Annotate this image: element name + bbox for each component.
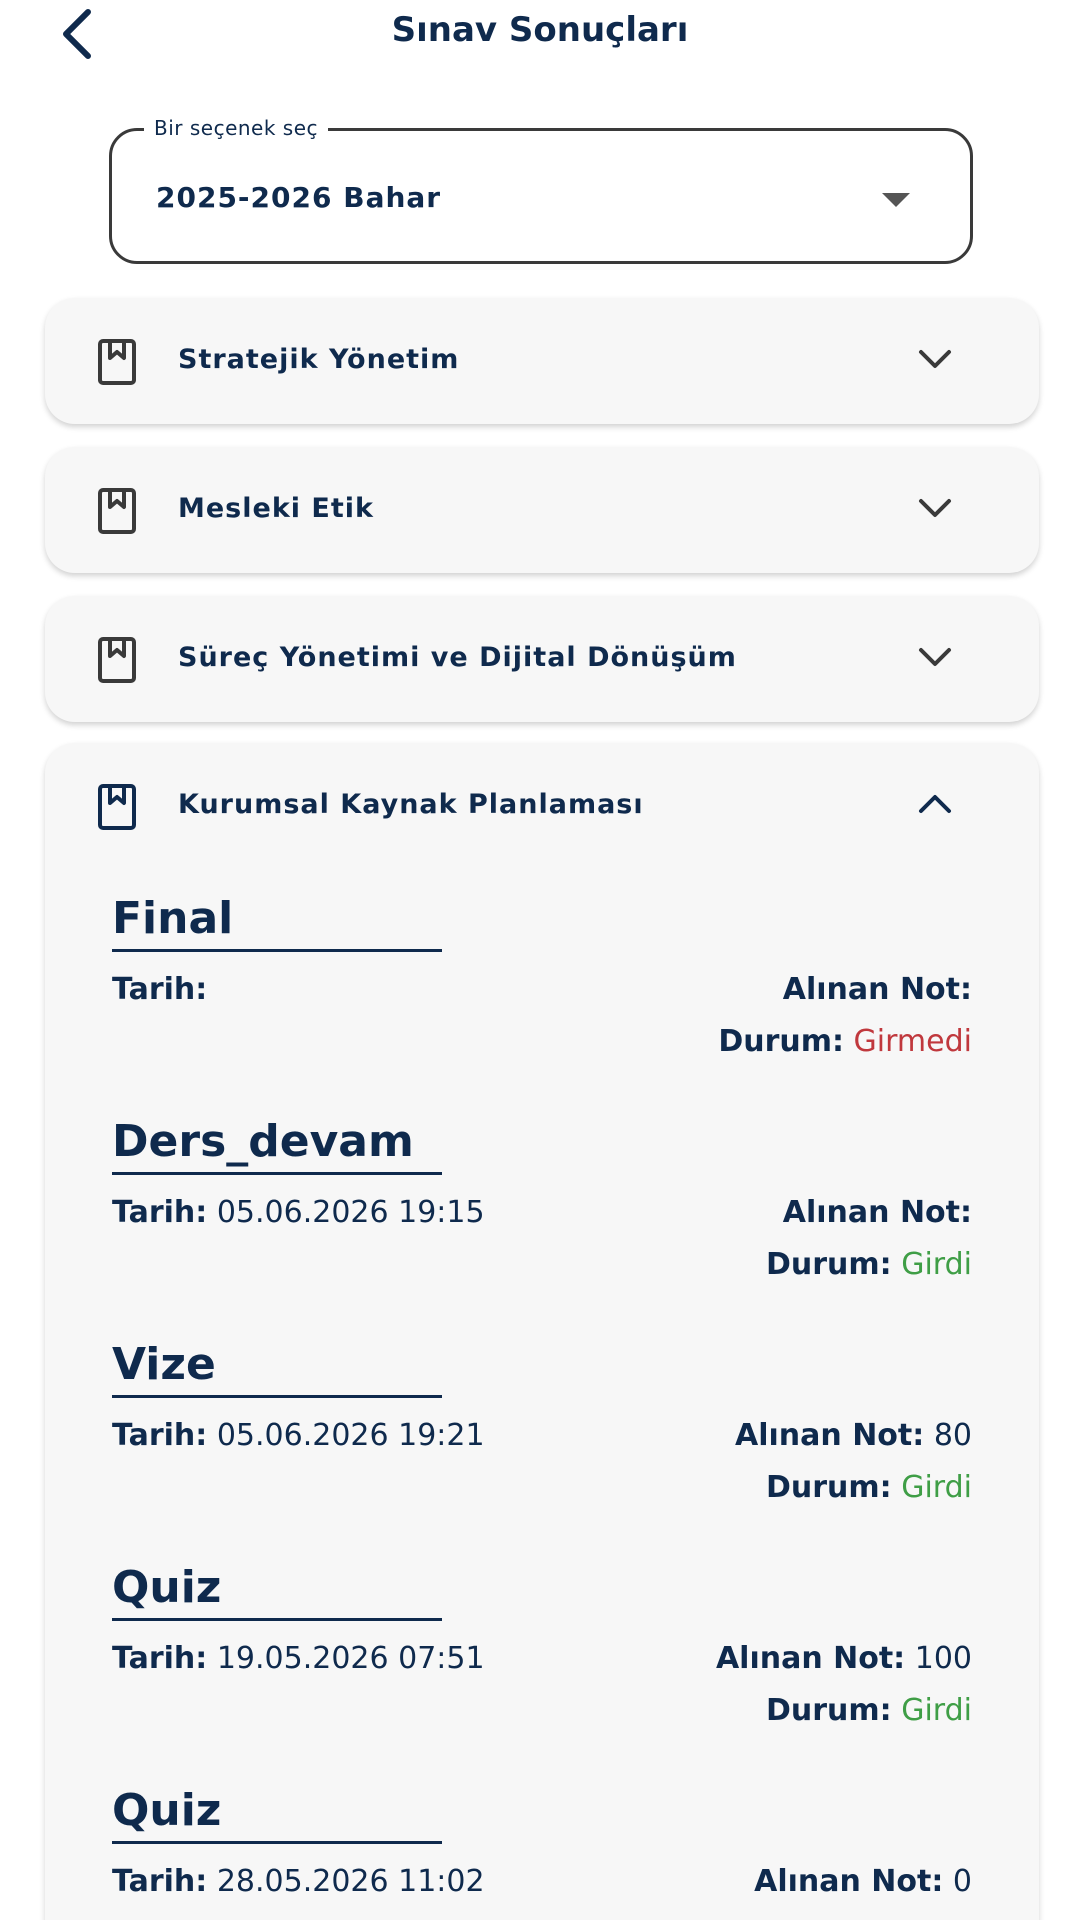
exam-details: Tarih: 05.06.2026 19:15 Alınan Not: Duru… (112, 1175, 972, 1282)
grade-label: Alınan Not: (735, 1418, 925, 1453)
date-label: Tarih: (112, 972, 208, 1007)
book-icon (98, 784, 136, 830)
status-value: Girmedi (853, 1024, 972, 1059)
date-value: 28.05.2026 11:02 (216, 1864, 485, 1899)
exam-title: Quiz (112, 1785, 222, 1836)
course-header[interactable]: Stratejik Yönetim (45, 298, 1039, 424)
grade-value: 100 (914, 1641, 972, 1676)
book-icon (98, 488, 136, 534)
exam-item: Quiz Tarih: 28.05.2026 11:02 Alınan Not:… (112, 1783, 972, 1920)
chevron-down-icon (919, 499, 951, 517)
exam-status: Durum: Girdi (766, 1247, 972, 1282)
course-title: Stratejik Yönetim (178, 344, 460, 375)
course-header[interactable]: Kurumsal Kaynak Planlaması (45, 743, 1039, 869)
grade-label: Alınan Not: (715, 1641, 906, 1676)
chevron-down-icon (919, 648, 951, 666)
exam-status: Durum: Girdi (766, 1693, 972, 1728)
term-select-label: Bir seçenek seç (144, 116, 329, 140)
term-select[interactable]: Bir seçenek seç 2025-2026 Bahar (109, 116, 973, 264)
page-title: Sınav Sonuçları (391, 10, 689, 50)
date-label: Tarih: (112, 1418, 208, 1453)
book-icon (98, 637, 136, 683)
term-select-value: 2025-2026 Bahar (156, 181, 442, 214)
grade-value: 80 (933, 1418, 972, 1453)
course-title: Kurumsal Kaynak Planlaması (178, 789, 644, 820)
exam-details: Tarih: 19.05.2026 07:51 Alınan Not: 100 … (112, 1621, 972, 1728)
exam-results-screen: Sınav Sonuçları Bir seçenek seç 2025-202… (0, 0, 1080, 1920)
date-label: Tarih: (112, 1195, 208, 1230)
exam-grade: Alınan Not: 80 (735, 1418, 972, 1453)
exam-details: Tarih: 05.06.2026 19:21 Alınan Not: 80 D… (112, 1398, 972, 1505)
book-icon (98, 339, 136, 385)
course-title: Süreç Yönetimi ve Dijital Dönüşüm (178, 642, 737, 673)
exam-title: Vize (112, 1339, 216, 1390)
status-value: Girdi (901, 1693, 972, 1728)
exam-title: Final (112, 893, 234, 944)
exam-date: Tarih: 05.06.2026 19:21 (112, 1418, 485, 1453)
exam-item: Vize Tarih: 05.06.2026 19:21 Alınan Not:… (112, 1337, 972, 1505)
grade-value: 0 (952, 1864, 972, 1899)
date-value: 19.05.2026 07:51 (216, 1641, 485, 1676)
date-value: 05.06.2026 19:15 (216, 1195, 485, 1230)
status-label: Durum: (766, 1470, 892, 1505)
course-card-stratejik-yonetim: Stratejik Yönetim (45, 298, 1039, 424)
exam-date: Tarih: 19.05.2026 07:51 (112, 1641, 485, 1676)
course-title: Mesleki Etik (178, 493, 374, 524)
course-header[interactable]: Süreç Yönetimi ve Dijital Dönüşüm (45, 596, 1039, 722)
exam-details: Tarih: Alınan Not: Durum: Girmedi (112, 952, 972, 1059)
exam-status: Durum: Girmedi (718, 1024, 972, 1059)
chevron-down-icon (919, 350, 951, 368)
exam-status: Durum: Girdi (766, 1470, 972, 1505)
exam-title: Quiz (112, 1562, 222, 1613)
course-header[interactable]: Mesleki Etik (45, 447, 1039, 573)
exam-date: Tarih: (112, 972, 207, 1007)
grade-label: Alınan Not: (754, 1864, 944, 1899)
exam-item: Final Tarih: Alınan Not: Durum: Girmedi (112, 891, 972, 1059)
course-card-surec-yonetimi: Süreç Yönetimi ve Dijital Dönüşüm (45, 596, 1039, 722)
exam-grade: Alınan Not: (783, 972, 972, 1007)
date-label: Tarih: (112, 1641, 208, 1676)
course-card-kurumsal-kaynak-planlamasi: Kurumsal Kaynak Planlaması Final Tarih: … (45, 743, 1039, 1920)
chevron-up-icon (919, 795, 951, 813)
status-label: Durum: (718, 1024, 844, 1059)
date-value: 05.06.2026 19:21 (216, 1418, 485, 1453)
exam-grade: Alınan Not: 100 (716, 1641, 972, 1676)
exam-grade: Alınan Not: 0 (754, 1864, 972, 1899)
grade-label: Alınan Not: (782, 1195, 972, 1230)
exam-title: Ders_devam (112, 1116, 414, 1167)
exam-date: Tarih: 28.05.2026 11:02 (112, 1864, 485, 1899)
app-header: Sınav Sonuçları (0, 0, 1080, 70)
exam-date: Tarih: 05.06.2026 19:15 (112, 1195, 485, 1230)
dropdown-arrow-icon (882, 193, 910, 207)
exam-details: Tarih: 28.05.2026 11:02 Alınan Not: 0 (112, 1844, 972, 1920)
exam-item: Quiz Tarih: 19.05.2026 07:51 Alınan Not:… (112, 1560, 972, 1728)
grade-label: Alınan Not: (782, 972, 972, 1007)
course-card-mesleki-etik: Mesleki Etik (45, 447, 1039, 573)
status-label: Durum: (766, 1693, 892, 1728)
date-label: Tarih: (112, 1864, 208, 1899)
status-value: Girdi (901, 1247, 972, 1282)
status-label: Durum: (766, 1247, 892, 1282)
exam-grade: Alınan Not: (783, 1195, 972, 1230)
status-value: Girdi (901, 1470, 972, 1505)
exam-item: Ders_devam Tarih: 05.06.2026 19:15 Alına… (112, 1114, 972, 1282)
